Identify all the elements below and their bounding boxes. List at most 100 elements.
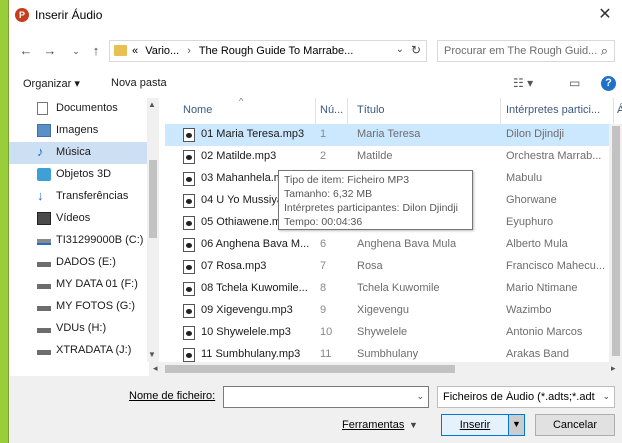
organize-button[interactable]: Organizar ▾ [23,77,80,90]
preview-pane-icon[interactable]: ▭ [569,76,580,90]
horizontal-scrollbar[interactable]: ◂ ▸ [149,362,622,376]
chevron-down-icon[interactable]: ⌄ [602,391,610,402]
sidebar-item-drive-g[interactable]: MY FOTOS (G:) [9,296,147,318]
audio-file-icon [183,282,195,296]
forward-button[interactable]: → [41,41,59,61]
insert-button[interactable]: Inserir ▼ [441,414,525,436]
filename-input[interactable]: ⌄ [223,386,429,408]
sidebar-item-label: Transferências [56,190,129,202]
file-scroll-thumb[interactable] [612,126,620,356]
tools-button[interactable]: Ferramentas [342,419,404,431]
breadcrumb: « Vario... › The Rough Guide To Marrabe.… [132,45,353,57]
tooltip-type: Tipo de item: Ficheiro MP3 [284,174,410,186]
column-header-extra[interactable]: Á [617,104,622,116]
help-icon[interactable]: ? [601,76,616,91]
sidebar-scrollbar[interactable]: ▲ ▼ [147,98,159,362]
track-artist: Wazimbo [506,304,552,316]
search-icon[interactable]: ⌕ [601,43,608,59]
drive-icon [37,239,51,245]
audio-file-icon [183,260,195,274]
track-artist: Alberto Mula [506,238,568,250]
file-row[interactable]: 06 Anghena Bava M... 6 Anghena Bava Mula Al… [165,234,622,256]
sidebar-item-drive-h[interactable]: VDUs (H:) [9,318,147,340]
up-button[interactable]: ↑ [87,41,105,61]
file-list-scrollbar[interactable] [609,124,622,362]
breadcrumb-item[interactable]: The Rough Guide To Marrabe... [199,45,354,57]
column-divider[interactable] [613,98,614,124]
sidebar-item-label: Imagens [56,124,99,136]
new-folder-button[interactable]: Nova pasta [111,77,167,89]
sidebar-item-drive-f[interactable]: MY DATA 01 (F:) [9,274,147,296]
file-name: 02 Matilde.mp3 [201,150,277,162]
track-artist: Arakas Band [506,348,569,360]
audio-file-icon [183,348,195,362]
track-title: Anghena Bava Mula [357,238,457,250]
file-list: ^ Nome Nú... Título Intérpretes partici.… [165,98,622,362]
column-divider[interactable] [500,98,501,124]
scroll-up-icon[interactable]: ▲ [148,100,156,109]
file-row[interactable]: 09 Xigevengu.mp3 9 Xigevengu Wazimbo [165,300,622,322]
column-header-number[interactable]: Nú... [320,104,343,116]
column-divider[interactable] [315,98,316,124]
back-button[interactable]: ← [17,41,35,61]
tools-dropdown-icon[interactable]: ▼ [409,420,418,430]
sidebar-item-transferencias[interactable]: ↓ Transferências [9,186,147,208]
sidebar-item-label: VDUs (H:) [56,322,107,334]
sidebar-item-musica[interactable]: ♪ Música [9,142,147,164]
file-row[interactable]: 01 Maria Teresa.mp3 1 Maria Teresa Dilon Dj… [165,124,622,146]
file-row[interactable]: 10 Shywelele.mp3 10 Shywelele Antonio Marco… [165,322,622,344]
audio-file-icon [183,172,195,186]
sidebar-item-label: Vídeos [56,212,91,224]
horizontal-scroll-thumb[interactable] [165,365,455,373]
track-number: 6 [320,238,327,250]
search-input[interactable]: Procurar em The Rough Guid... ⌕ [437,40,615,62]
track-artist: Mabulu [506,172,543,184]
breadcrumb-separator[interactable]: › [187,45,191,57]
file-name: 11 Sumbhulany.mp3 [201,348,301,360]
sidebar-scroll-thumb[interactable] [149,160,157,238]
address-dropdown-icon[interactable]: ⌄ [396,44,404,55]
cancel-button[interactable]: Cancelar [535,414,615,436]
scroll-down-icon[interactable]: ▼ [148,350,156,359]
column-divider[interactable] [347,98,348,124]
sidebar-item-drive-j[interactable]: XTRADATA (J:) [9,340,147,362]
insert-label[interactable]: Inserir [442,419,508,431]
address-bar[interactable]: « Vario... › The Rough Guide To Marrabe.… [109,40,427,62]
sidebar-item-objetos-3d[interactable]: Objetos 3D [9,164,147,186]
insert-audio-dialog: P Inserir Áudio ✕ ← → ⌄ ↑ « Vario... › T… [8,0,622,443]
tooltip-size: Tamanho: 6,32 MB [284,188,373,200]
view-options-icon[interactable]: ☷ ▾ [513,76,533,90]
breadcrumb-overflow[interactable]: « [132,45,138,57]
column-header-artists[interactable]: Intérpretes partici... [506,104,600,116]
close-button[interactable]: ✕ [595,5,615,25]
insert-options-button[interactable]: ▼ [508,415,524,435]
column-header-name[interactable]: Nome [183,104,212,116]
sidebar-item-imagens[interactable]: Imagens [9,120,147,142]
tooltip-artists: Intérpretes participantes: Dilon Djindji [284,202,458,214]
file-type-select[interactable]: Ficheiros de Áudio (*.adts;*.adt; ⌄ [437,386,615,408]
recent-locations-chevron-icon[interactable]: ⌄ [67,41,85,61]
audio-file-icon [183,216,195,230]
refresh-icon[interactable]: ↻ [411,43,421,57]
file-row[interactable]: 02 Matilde.mp3 2 Matilde Orchestra Marrab..… [165,146,622,168]
scroll-left-icon[interactable]: ◂ [153,363,158,374]
sidebar-item-videos[interactable]: Vídeos [9,208,147,230]
sidebar-item-drive-e[interactable]: DADOS (E:) [9,252,147,274]
sidebar-item-documentos[interactable]: Documentos [9,98,147,120]
objects3d-icon [37,168,51,181]
sidebar-item-label: Documentos [56,102,118,114]
track-artist: Mario Ntimane [506,282,578,294]
sidebar-item-label: DADOS (E:) [56,256,116,268]
track-artist: Eyuphuro [506,216,554,228]
file-row[interactable]: 11 Sumbhulany.mp3 11 Sumbhulany Arakas Band [165,344,622,362]
file-info-tooltip: Tipo de item: Ficheiro MP3 Tamanho: 6,32… [278,170,473,230]
breadcrumb-item[interactable]: Vario... [145,45,179,57]
chevron-down-icon[interactable]: ⌄ [416,391,424,402]
track-number: 2 [320,150,327,162]
sidebar-item-drive-c[interactable]: TI31299000B (C:) [9,230,147,252]
file-row[interactable]: 07 Rosa.mp3 7 Rosa Francisco Mahecu... [165,256,622,278]
scroll-right-icon[interactable]: ▸ [611,363,616,374]
column-header-title[interactable]: Título [357,104,385,116]
file-row[interactable]: 08 Tchela Kuwomile... 8 Tchela Kuwomile Mar… [165,278,622,300]
videos-icon [37,212,51,225]
